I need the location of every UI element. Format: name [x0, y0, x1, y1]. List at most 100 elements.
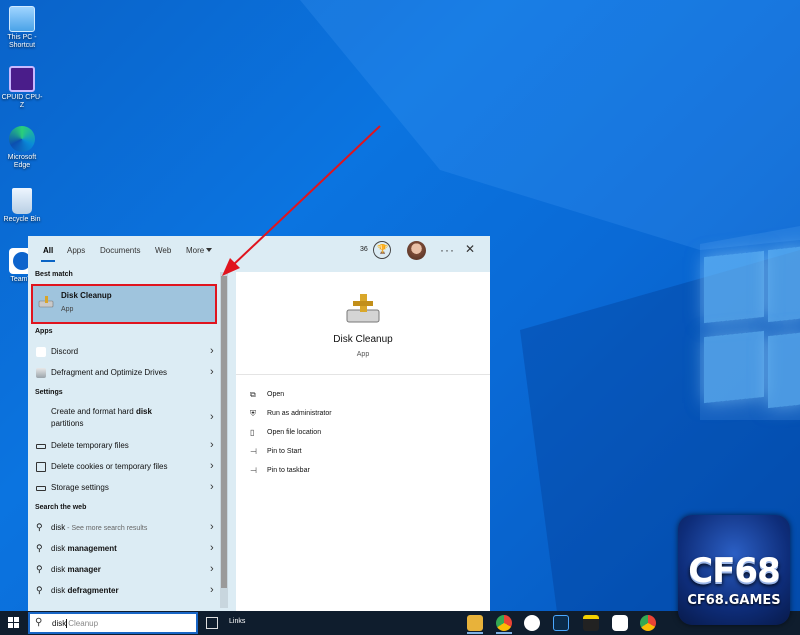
search-icon: ⚲ [36, 543, 43, 553]
running-indicator [467, 632, 483, 634]
search-tabs: All Apps Documents Web More 36 ··· ✕ [28, 236, 490, 266]
search-query: disk Cleanup [52, 619, 98, 628]
list-item-create-format-disk[interactable]: Create and format hard disk partitions › [28, 403, 220, 433]
list-item-label: Storage settings [51, 483, 109, 492]
section-settings: Settings [35, 389, 63, 396]
action-open-file-location[interactable]: ▯ Open file location [250, 426, 470, 442]
list-item-label: Defragment and Optimize Drives [51, 368, 168, 377]
chrome-profile-icon[interactable] [640, 615, 656, 631]
action-pin-to-taskbar[interactable]: ⊣ Pin to taskbar [250, 464, 470, 480]
results-list: Best match Disk Cleanup App Apps Discord… [28, 266, 220, 612]
tab-documents[interactable]: Documents [100, 246, 140, 255]
edge-icon [9, 126, 35, 152]
web-suggestion[interactable]: ⚲ disk manager › [28, 560, 220, 580]
results-scrollbar[interactable] [220, 272, 228, 608]
more-options-icon[interactable]: ··· [440, 243, 455, 257]
list-item-label: disk - See more search results [51, 523, 147, 532]
tab-apps[interactable]: Apps [67, 246, 85, 255]
label-part: partitions [51, 419, 84, 428]
running-indicator [496, 632, 512, 634]
divider [236, 374, 490, 375]
action-pin-to-start[interactable]: ⊣ Pin to Start [250, 445, 470, 461]
search-icon: ⚲ [36, 564, 43, 574]
photoshop-icon[interactable] [553, 615, 569, 631]
action-label: Open [267, 391, 285, 398]
chevron-right-icon[interactable]: › [210, 481, 214, 493]
storage-icon [36, 444, 46, 449]
search-icon: ⚲ [36, 522, 43, 532]
tab-web[interactable]: Web [155, 246, 171, 255]
preview-pane: Disk Cleanup App ⧉ Open ⛨ Run as adminis… [236, 272, 490, 612]
desktop-icon-cpuz[interactable]: CPUID CPU-Z [0, 66, 44, 110]
list-item-label: Create and format hard disk partitions [51, 406, 152, 430]
desktop-icon-recycle-bin[interactable]: Recycle Bin [0, 188, 44, 224]
this-pc-icon [9, 6, 35, 32]
chevron-right-icon[interactable]: › [210, 584, 214, 596]
suggestion-part: manager [65, 565, 101, 574]
sticky-notes-icon[interactable] [583, 615, 599, 631]
chevron-right-icon[interactable]: › [210, 542, 214, 554]
taskbar-search-input[interactable]: ⚲ disk Cleanup [28, 612, 198, 634]
recycle-bin-icon [12, 188, 32, 214]
desktop-icon-label: Microsoft [7, 154, 37, 161]
search-icon: ⚲ [35, 617, 43, 628]
close-icon[interactable]: ✕ [465, 242, 475, 256]
list-item-defragment[interactable]: Defragment and Optimize Drives › [28, 363, 220, 383]
tab-all[interactable]: All [40, 246, 56, 262]
desktop-icon-edge[interactable]: Microsoft Edge [0, 126, 44, 170]
desktop-icon-label: CPUID CPU-Z [1, 94, 43, 109]
suggestion-part: defragmenter [65, 586, 119, 595]
list-item-storage-settings[interactable]: Storage settings › [28, 478, 220, 498]
desktop-icon-label: This PC - [7, 34, 37, 41]
discord-icon [36, 347, 46, 357]
links-toolbar[interactable]: Links [229, 618, 245, 625]
suggestion-part: management [65, 544, 117, 553]
app-icon[interactable] [524, 615, 540, 631]
desktop-icon-this-pc[interactable]: This PC - Shortcut [0, 6, 44, 50]
chevron-right-icon[interactable]: › [210, 345, 214, 357]
autocomplete-text: Cleanup [68, 619, 99, 628]
avatar[interactable] [407, 241, 426, 260]
pin-icon: ⊣ [250, 447, 257, 456]
scrollbar-thumb[interactable] [221, 276, 227, 588]
list-item-discord[interactable]: Discord › [28, 342, 220, 362]
chevron-right-icon[interactable]: › [210, 439, 214, 451]
pin-icon: ⊣ [250, 466, 257, 475]
action-run-as-admin[interactable]: ⛨ Run as administrator [250, 407, 470, 423]
file-explorer-icon[interactable] [467, 615, 483, 631]
tab-more[interactable]: More [186, 246, 213, 255]
watermark-logo-text: CF68 [688, 551, 781, 591]
preview-title: Disk Cleanup [333, 334, 393, 345]
open-icon: ⧉ [250, 390, 256, 399]
section-best-match: Best match [35, 271, 73, 278]
action-open[interactable]: ⧉ Open [250, 388, 470, 404]
desktop-icon-label: Edge [13, 162, 31, 169]
chrome-icon[interactable] [496, 615, 512, 631]
trophy-icon[interactable] [373, 241, 391, 259]
web-suggestion[interactable]: ⚲ disk management › [28, 539, 220, 559]
list-item-label: Discord [51, 347, 79, 356]
action-label: Pin to taskbar [267, 467, 310, 474]
windows-start-icon[interactable] [8, 617, 20, 629]
chevron-right-icon[interactable]: › [210, 460, 214, 472]
preview-subtitle: App [356, 351, 370, 358]
action-label: Open file location [267, 429, 322, 436]
task-view-icon[interactable] [206, 617, 218, 629]
chevron-right-icon[interactable]: › [210, 563, 214, 575]
tab-more-label: More [186, 246, 205, 255]
list-item-delete-temp-files[interactable]: Delete temporary files › [28, 436, 220, 456]
typed-part: disk [51, 523, 66, 532]
zalo-icon[interactable] [612, 615, 628, 631]
list-item-label: disk manager [51, 565, 101, 574]
chevron-right-icon[interactable]: › [210, 411, 214, 423]
start-search-panel: All Apps Documents Web More 36 ··· ✕ Bes… [28, 236, 490, 612]
typed-part: disk [51, 544, 66, 553]
web-suggestion[interactable]: ⚲ disk defragmenter › [28, 581, 220, 601]
web-suggestion[interactable]: ⚲ disk - See more search results › [28, 518, 220, 538]
desktop-icon-label: Shortcut [8, 42, 36, 49]
storage-icon [36, 486, 46, 491]
highlight-box [31, 284, 217, 324]
chevron-right-icon[interactable]: › [210, 366, 214, 378]
list-item-delete-cookies[interactable]: Delete cookies or temporary files › [28, 457, 220, 477]
chevron-right-icon[interactable]: › [210, 521, 214, 533]
